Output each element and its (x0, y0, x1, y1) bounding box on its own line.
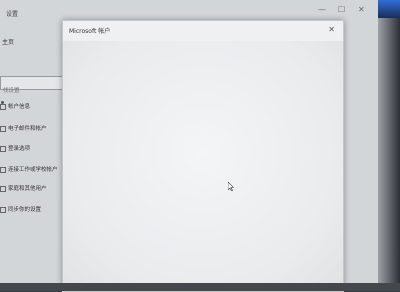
sidebar-item-label: 连接工作或学校帐户 (8, 167, 58, 173)
taskbar-glow (378, 0, 400, 18)
monitor-bezel-bottom (0, 283, 400, 291)
sidebar-item-family[interactable]: 家庭和其他用户 (0, 184, 68, 195)
sidebar-item-email-accounts[interactable]: 电子邮件和帐户 (0, 124, 68, 135)
sidebar-item-label: 登录选项 (8, 146, 31, 152)
sidebar-item-label: 帐户信息 (8, 104, 31, 110)
maximize-button[interactable]: ☐ (338, 5, 345, 14)
home-link[interactable]: 主页 (2, 37, 14, 46)
mail-icon (0, 125, 6, 132)
titlebar: 设置 — ☐ ✕ (0, 0, 378, 22)
search-box[interactable] (0, 76, 66, 97)
screen-photo: 设置 — ☐ ✕ 主页 帐户信息 电子邮件和帐户 登录选项 连接工作或学校帐户 (0, 0, 400, 292)
sidebar-item-label: 家庭和其他用户 (8, 186, 47, 192)
close-button[interactable]: ✕ (358, 5, 365, 14)
sidebar-item-account-info[interactable]: 帐户信息 (0, 102, 68, 113)
sidebar-item-work-school[interactable]: 连接工作或学校帐户 (0, 165, 68, 176)
monitor-bezel (378, 0, 400, 291)
briefcase-icon (0, 166, 6, 173)
microsoft-account-dialog: Microsoft 帐户 ✕ (62, 20, 344, 292)
person-icon (0, 103, 6, 110)
sidebar-item-sync[interactable]: 同步你的设置 (0, 205, 68, 216)
key-icon (0, 145, 6, 152)
sidebar: 主页 帐户信息 电子邮件和帐户 登录选项 连接工作或学校帐户 家庭和其他用户 同… (0, 22, 68, 283)
dialog-body (63, 41, 343, 291)
mouse-cursor-icon (228, 182, 234, 191)
dialog-title: Microsoft 帐户 (69, 28, 111, 35)
search-input[interactable] (1, 85, 65, 97)
people-icon (0, 185, 6, 192)
sidebar-item-sign-in-options[interactable]: 登录选项 (0, 144, 68, 155)
sidebar-item-label: 同步你的设置 (8, 207, 42, 213)
minimize-button[interactable]: — (318, 5, 326, 14)
sync-icon (0, 206, 6, 213)
sidebar-item-label: 电子邮件和帐户 (8, 126, 47, 132)
dialog-close-button[interactable]: ✕ (328, 25, 335, 34)
app-title: 设置 (6, 11, 19, 18)
